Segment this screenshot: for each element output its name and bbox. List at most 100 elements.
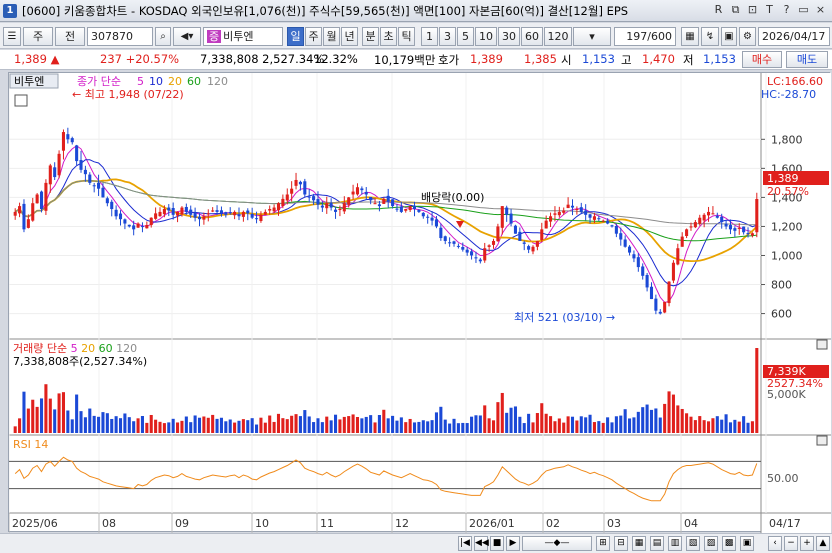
candle-body [465, 249, 469, 253]
gear-icon[interactable]: ⚙ [739, 27, 756, 46]
toolbar-icon-2[interactable]: ⊟ [614, 536, 628, 551]
r-icon[interactable]: R [711, 3, 726, 18]
candle-body [518, 231, 522, 241]
toolbar-icon-9[interactable]: ▣ [740, 536, 754, 551]
market-select[interactable]: 전 [55, 27, 85, 46]
interval-120[interactable]: 120 [544, 27, 572, 46]
stock-code-input[interactable]: 307870 [87, 27, 153, 46]
chart-canvas[interactable]: 1,8001,6001,4001,2001,000800600 2025/06 0… [8, 73, 831, 533]
interval-10[interactable]: 10 [475, 27, 497, 46]
volume-bar [483, 405, 487, 433]
collapse-icon[interactable]: ▲ [816, 536, 830, 551]
stock-type-select[interactable]: 주 [23, 27, 53, 46]
candle-body [132, 225, 136, 230]
period-second[interactable]: 초 [380, 27, 397, 46]
sell-button[interactable]: 매도 [786, 51, 828, 68]
ask-label: 호가 [438, 53, 460, 67]
candle-body [430, 217, 434, 221]
candle-body [733, 228, 737, 231]
candle-body [140, 226, 144, 228]
maximize-icon[interactable]: ▭ [796, 3, 811, 18]
interval-dropdown[interactable]: ▾ [573, 27, 611, 46]
buy-button[interactable]: 매수 [742, 51, 782, 68]
period-day[interactable]: 일 [287, 27, 304, 46]
zoom-in-icon[interactable]: + [800, 536, 814, 551]
zoom-slider[interactable]: —◆— [522, 536, 592, 551]
candle-body [145, 224, 149, 229]
candle-body [312, 196, 316, 201]
period-month[interactable]: 월 [323, 27, 340, 46]
toolbar-icon-6[interactable]: ▧ [686, 536, 700, 551]
scroll-start-icon[interactable]: |◀ [458, 536, 472, 551]
interval-30[interactable]: 30 [498, 27, 520, 46]
save-icon[interactable]: ▣ [721, 27, 737, 46]
scroll-left-icon[interactable]: ‹ [768, 536, 782, 551]
search-icon[interactable]: ⌕ [155, 27, 171, 46]
toolbar-icon-3[interactable]: ▦ [632, 536, 646, 551]
zoom-out-icon[interactable]: − [784, 536, 798, 551]
date-field[interactable]: 2026/04/17 [758, 27, 830, 46]
vol-pane-collapse-icon[interactable] [816, 339, 828, 350]
toolbar-icon-7[interactable]: ▨ [704, 536, 718, 551]
toolbar-icon-5[interactable]: ▥ [668, 536, 682, 551]
volume-bar [13, 426, 17, 433]
candle-body [531, 246, 535, 252]
period-minute[interactable]: 분 [362, 27, 379, 46]
list-icon[interactable]: ☰ [3, 27, 21, 46]
candle-body [255, 218, 259, 220]
chart-panel[interactable]: 1,800 1,600 1,400 1,200 1,000 800 600 2025/06 0… [8, 72, 831, 533]
toolbar-icon-1[interactable]: ⊞ [596, 536, 610, 551]
volume-bar [562, 422, 566, 433]
stop-icon[interactable]: ■ [490, 536, 504, 551]
interval-5[interactable]: 5 [457, 27, 474, 46]
period-year[interactable]: 년 [341, 27, 358, 46]
volume-bar [347, 416, 351, 433]
volume-bar [219, 417, 223, 433]
price-pane [9, 73, 761, 339]
volume-bar [386, 418, 390, 433]
candle-body [228, 212, 232, 214]
table-icon[interactable] [14, 94, 28, 107]
volume-bar [88, 408, 92, 433]
volume-bar [26, 408, 30, 433]
interval-60[interactable]: 60 [521, 27, 543, 46]
volume-bar [281, 418, 285, 433]
volume-bar [636, 411, 640, 433]
candle-body [237, 214, 241, 217]
grid-tool-icon[interactable]: ▦ [681, 27, 699, 46]
candle-body [755, 198, 759, 233]
date-tick-label: 04 [684, 517, 698, 530]
speaker-icon[interactable]: ◀▾ [173, 27, 201, 46]
candle-body [724, 223, 728, 227]
vol-axis-tick: 5,000K [767, 388, 806, 401]
candle-body [320, 205, 324, 208]
candle-body [110, 201, 114, 210]
candle-body [579, 207, 583, 212]
toolbar-icon-4[interactable]: ▤ [650, 536, 664, 551]
scroll-next-icon[interactable]: ▶ [506, 536, 520, 551]
close-icon[interactable]: × [813, 3, 828, 18]
interval-1[interactable]: 1 [421, 27, 438, 46]
candle-body [689, 226, 693, 228]
candle-body [35, 194, 39, 204]
text-icon[interactable]: T [762, 3, 777, 18]
rsi-pane-collapse-icon[interactable] [816, 435, 828, 446]
link-icon[interactable]: ⧉ [728, 3, 743, 18]
toolbar-icon-8[interactable]: ▩ [722, 536, 736, 551]
candle-body [676, 248, 680, 265]
chart-tool-icon[interactable]: ↯ [701, 27, 719, 46]
window-icon[interactable]: ⊡ [745, 3, 760, 18]
scroll-prev-icon[interactable]: ◀◀ [474, 536, 489, 551]
bar-count-field[interactable]: 197/600 [614, 27, 676, 46]
period-tick[interactable]: 틱 [398, 27, 415, 46]
candle-body [167, 207, 171, 211]
interval-3[interactable]: 3 [439, 27, 456, 46]
volume-bar [474, 415, 478, 433]
help-icon[interactable]: ? [779, 3, 794, 18]
quote-bar: 1,389 ▲ 237 +20.57% 7,338,808 2,527.34% … [0, 50, 832, 70]
change-pct-tag: 20.57% [767, 185, 809, 198]
volume-bar [487, 418, 491, 433]
period-week[interactable]: 주 [305, 27, 322, 46]
volume-bar [505, 412, 509, 433]
stock-name-field[interactable]: 증 비투엔 [203, 27, 283, 46]
